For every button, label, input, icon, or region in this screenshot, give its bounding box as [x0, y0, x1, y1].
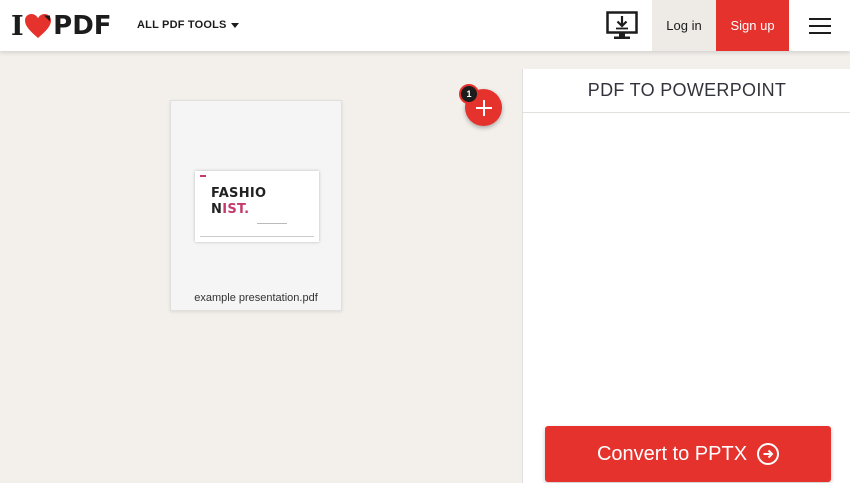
login-button[interactable]: Log in [652, 0, 716, 51]
plus-icon [475, 99, 492, 116]
thumbnail-title-accent: IST. [222, 202, 250, 217]
arrow-right-glyph [763, 449, 774, 459]
hamburger-menu-icon-line [809, 32, 831, 34]
thumbnail-title-line1: FASHIO [211, 186, 267, 201]
logo-letter: I [11, 10, 24, 42]
top-header: I PDF ALL PDF TOOLS Log in Sign up [0, 0, 850, 51]
caret-down-icon [230, 22, 239, 28]
options-panel: PDF TO POWERPOINT Convert to PPTX [522, 69, 850, 483]
signup-button[interactable]: Sign up [716, 0, 789, 51]
file-card[interactable]: FASHIO NIST. example presentation.pdf [170, 100, 342, 311]
logo-text: PDF [53, 11, 112, 41]
ilovepdf-logo[interactable]: I PDF [11, 10, 112, 42]
file-name: example presentation.pdf [194, 292, 318, 304]
file-thumbnail: FASHIO NIST. [195, 171, 319, 242]
all-pdf-tools-menu[interactable]: ALL PDF TOOLS [137, 19, 239, 31]
tools-menu-label: ALL PDF TOOLS [137, 19, 227, 31]
thumbnail-footer-rule [200, 236, 314, 237]
hamburger-menu-icon [809, 18, 831, 20]
thumbnail-title-line2: NIST. [211, 202, 249, 217]
convert-button-label: Convert to PPTX [596, 442, 748, 465]
arrow-right-circle-icon [757, 443, 780, 465]
hamburger-menu-button[interactable] [804, 12, 836, 40]
file-count-badge: 1 [459, 84, 479, 104]
desktop-download-icon [606, 10, 638, 39]
hamburger-menu-icon-line [809, 25, 831, 27]
desktop-app-button[interactable] [600, 0, 644, 51]
panel-title: PDF TO POWERPOINT [523, 69, 850, 113]
convert-button[interactable]: Convert to PPTX [545, 426, 831, 482]
heart-logo-icon [25, 14, 52, 38]
thumbnail-title-n: N [211, 202, 223, 217]
thumbnail-subtitle-line [257, 223, 287, 224]
thumbnail-logo-mark [200, 175, 206, 177]
